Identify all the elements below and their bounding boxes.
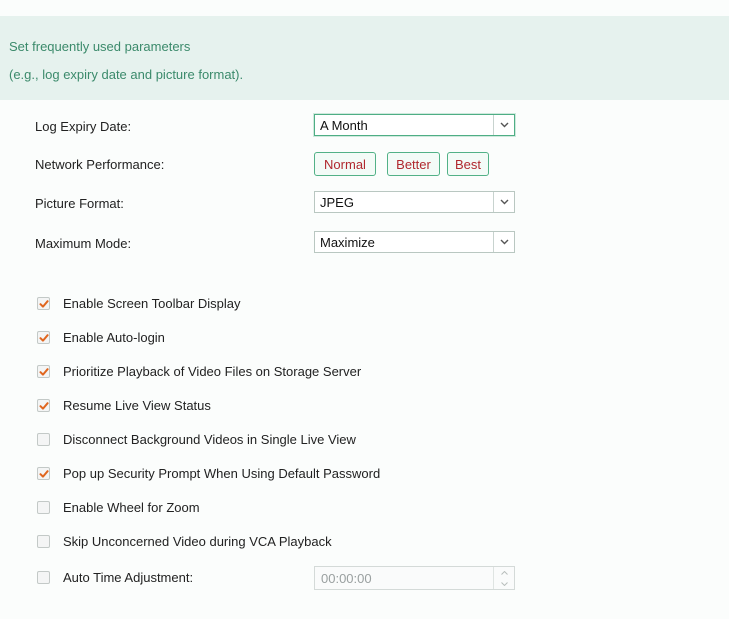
checkmark-icon: [39, 470, 49, 478]
general-settings-panel: Set frequently used parameters (e.g., lo…: [0, 0, 729, 619]
option-label: Enable Auto-login: [63, 330, 165, 345]
performance-best-button[interactable]: Best: [447, 152, 489, 176]
option-label: Resume Live View Status: [63, 398, 211, 413]
info-banner: Set frequently used parameters (e.g., lo…: [0, 16, 729, 100]
maximum-mode-select[interactable]: Maximize: [314, 231, 515, 253]
option-label: Pop up Security Prompt When Using Defaul…: [63, 466, 381, 481]
log-expiry-value: A Month: [320, 118, 368, 133]
option-wheel-zoom[interactable]: Enable Wheel for Zoom: [37, 500, 200, 515]
log-expiry-label: Log Expiry Date:: [35, 119, 132, 134]
picture-format-value: JPEG: [320, 195, 354, 210]
performance-better-button[interactable]: Better: [387, 152, 440, 176]
checkbox-checked[interactable]: [37, 399, 50, 412]
checkbox-checked[interactable]: [37, 297, 50, 310]
performance-normal-button[interactable]: Normal: [314, 152, 376, 176]
option-security-prompt[interactable]: Pop up Security Prompt When Using Defaul…: [37, 466, 380, 481]
chevron-down-icon[interactable]: [493, 115, 514, 135]
auto-time-value: 00:00:00: [321, 571, 372, 586]
maximum-mode-label: Maximum Mode:: [35, 236, 132, 251]
option-label: Auto Time Adjustment:: [63, 570, 194, 585]
checkbox[interactable]: [37, 501, 50, 514]
option-prioritize-storage-playback[interactable]: Prioritize Playback of Video Files on St…: [37, 364, 361, 379]
checkbox[interactable]: [37, 535, 50, 548]
spin-down-icon[interactable]: [494, 578, 514, 589]
option-label: Prioritize Playback of Video Files on St…: [63, 364, 362, 379]
checkbox[interactable]: [37, 571, 50, 584]
option-label: Disconnect Background Videos in Single L…: [63, 432, 356, 447]
chevron-down-icon[interactable]: [493, 232, 514, 252]
maximum-mode-value: Maximize: [320, 235, 375, 250]
time-spinner[interactable]: [493, 567, 514, 589]
checkbox-checked[interactable]: [37, 467, 50, 480]
checkbox-checked[interactable]: [37, 365, 50, 378]
checkbox[interactable]: [37, 433, 50, 446]
network-performance-label: Network Performance:: [35, 157, 165, 172]
chevron-down-icon[interactable]: [493, 192, 514, 212]
checkmark-icon: [39, 300, 49, 308]
picture-format-label: Picture Format:: [35, 196, 124, 211]
log-expiry-select[interactable]: A Month: [314, 114, 515, 136]
option-enable-screen-toolbar[interactable]: Enable Screen Toolbar Display: [37, 296, 241, 311]
option-label: Enable Screen Toolbar Display: [63, 296, 241, 311]
picture-format-select[interactable]: JPEG: [314, 191, 515, 213]
option-auto-time-adjustment[interactable]: Auto Time Adjustment:: [37, 570, 193, 585]
option-resume-live-view[interactable]: Resume Live View Status: [37, 398, 211, 413]
spin-up-icon[interactable]: [494, 567, 514, 578]
checkbox-checked[interactable]: [37, 331, 50, 344]
banner-text-line-2: (e.g., log expiry date and picture forma…: [9, 67, 244, 82]
option-disconnect-background-videos[interactable]: Disconnect Background Videos in Single L…: [37, 432, 356, 447]
checkmark-icon: [39, 334, 49, 342]
checkmark-icon: [39, 402, 49, 410]
banner-text-line-1: Set frequently used parameters: [9, 39, 191, 54]
option-skip-vca-video[interactable]: Skip Unconcerned Video during VCA Playba…: [37, 534, 332, 549]
auto-time-input[interactable]: 00:00:00: [314, 566, 515, 590]
option-label: Skip Unconcerned Video during VCA Playba…: [63, 534, 332, 549]
option-label: Enable Wheel for Zoom: [63, 500, 200, 515]
option-enable-auto-login[interactable]: Enable Auto-login: [37, 330, 165, 345]
checkmark-icon: [39, 368, 49, 376]
